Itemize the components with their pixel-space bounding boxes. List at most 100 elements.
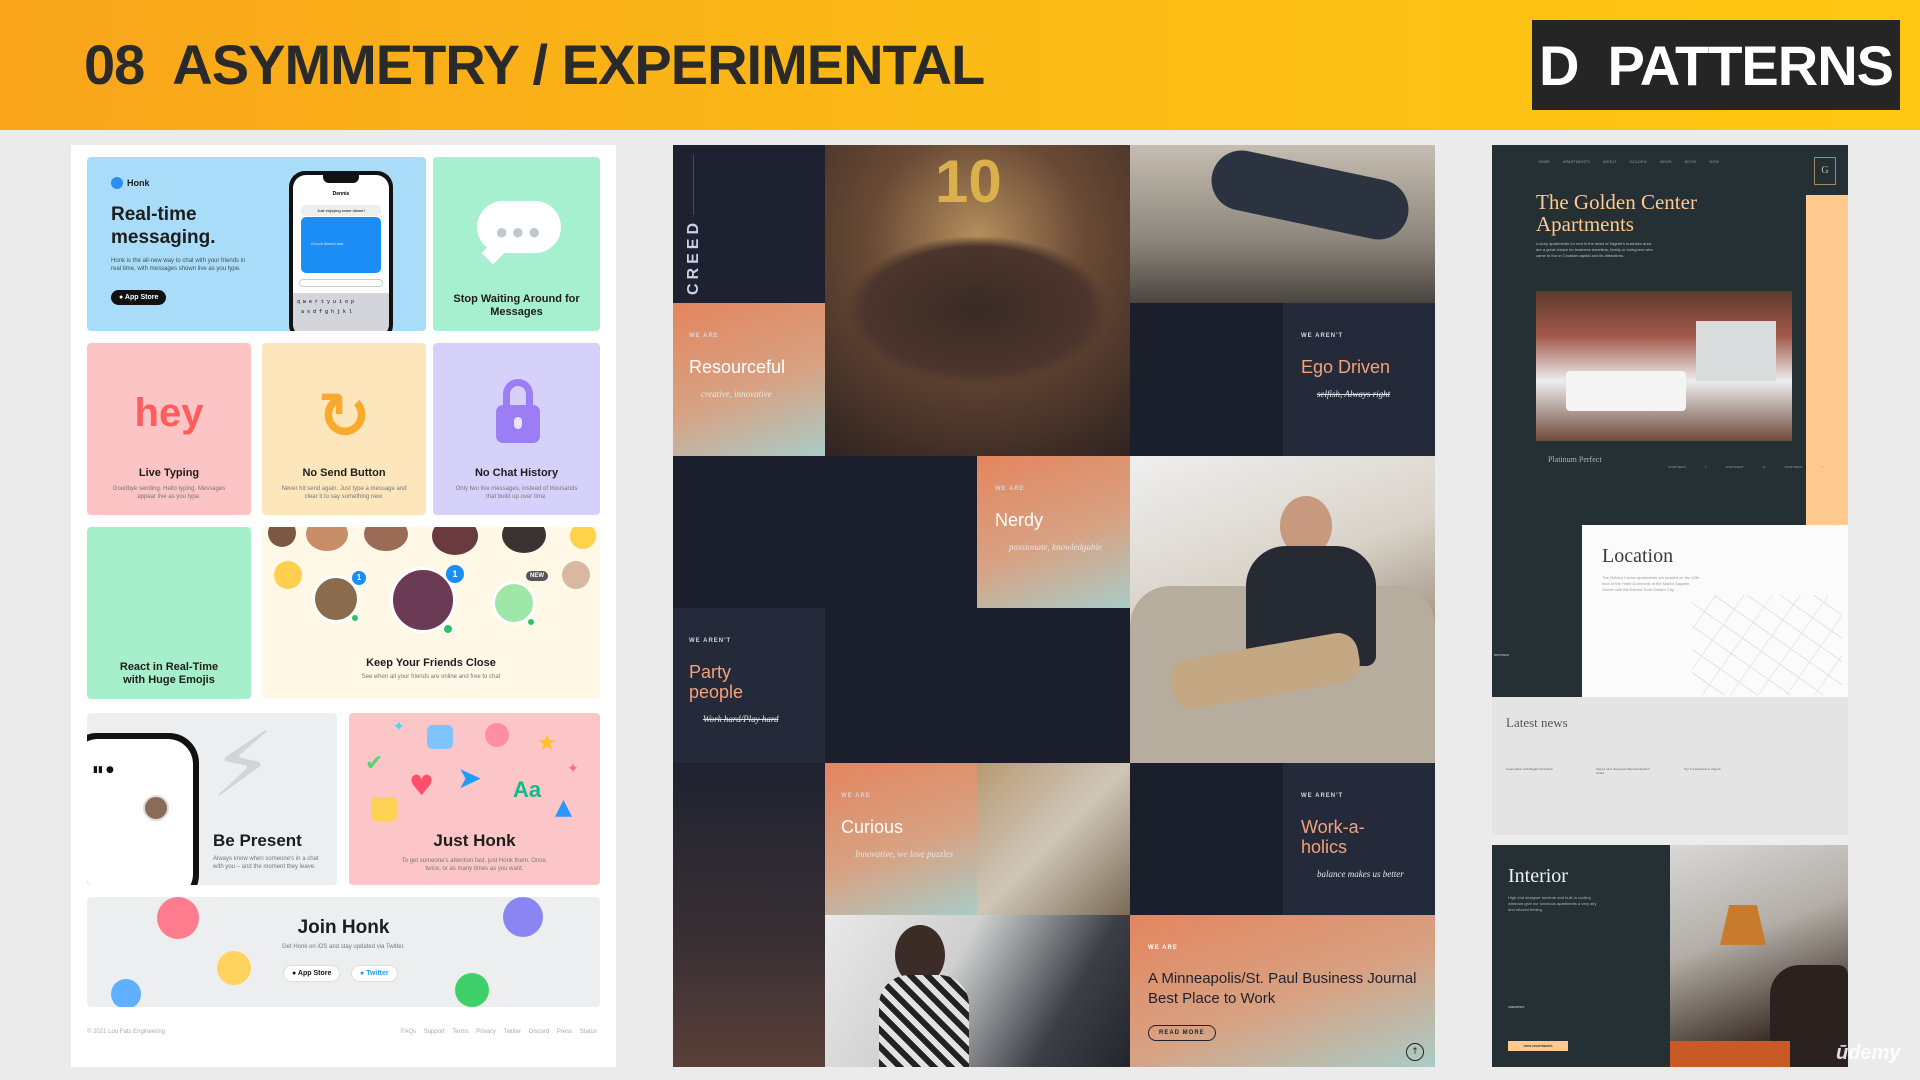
nav-link[interactable]: BOOK NOW [1685, 159, 1719, 164]
footer-link[interactable]: FAQs [401, 1029, 416, 1035]
woman-body [879, 975, 969, 1067]
news-title: Latest news [1506, 715, 1568, 730]
online-dot [350, 613, 360, 623]
cell-sub: Work hard/Play hard [703, 714, 779, 724]
footer-link[interactable]: Privacy [476, 1029, 496, 1035]
man-photo [1130, 456, 1435, 763]
award-cell: WE ARE A Minneapolis/St. Paul Business J… [1130, 915, 1435, 1067]
no-send-desc: Never hit send again. Just type a messag… [281, 486, 407, 500]
lightning-icon: ⚡ [211, 713, 275, 818]
ellipsis-dots: ●●● [495, 219, 544, 244]
no-send-title: No Send Button [302, 467, 386, 479]
apartment-list: APARTMENT 1 APARTMENT 12 APARTMENT 1 [1668, 465, 1823, 469]
nav-link[interactable]: APARTMENTS [1563, 159, 1590, 164]
floor-accent [1670, 1041, 1790, 1067]
happy-emoji-icon [455, 973, 489, 1007]
cell-title: Party people [689, 662, 744, 702]
friend-avatar [502, 527, 546, 553]
brand-logo-icon: G [1814, 157, 1836, 185]
calendar-icon [427, 725, 453, 749]
cell-title: Ego Driven [1301, 357, 1391, 377]
no-history-card: No Chat History Only two live messages, … [433, 343, 600, 515]
slide: 08 ASYMMETRY / EXPERIMENTAL D PATTERNS Ho… [0, 0, 1920, 1080]
waiting-title: Stop Waiting Around for Messages [453, 293, 580, 318]
news-item[interactable]: Top 5 restaurants in Zagreb [1684, 767, 1740, 771]
apartment-link[interactable]: APARTMENT 12 [1725, 465, 1765, 469]
nav-link[interactable]: HOME [1538, 159, 1550, 164]
golden-intro: Luxury apartments for rent in the heart … [1536, 241, 1653, 258]
nav-link[interactable]: ABOUT GOLDEN [1603, 159, 1647, 164]
nerdy-cell: WE ARE Nerdy passionate, knowledgable [977, 456, 1130, 608]
footer-link[interactable]: Press [557, 1029, 572, 1035]
udemy-watermark: ūdemy [1836, 1042, 1901, 1064]
footer-link[interactable]: Terms [452, 1029, 468, 1035]
cell-title: Work-a-holics [1301, 817, 1365, 857]
lamp-shade [1720, 905, 1766, 945]
just-honk-card: ✔ ✦ ★ ♥ ➤ Aa ✦ ▲ Just Honk To get someon… [349, 713, 600, 885]
curious-cell: WE ARE Curious Innovative, we love puzzl… [825, 763, 977, 915]
balloon-number: 10 [935, 148, 1002, 215]
interior-desc: High end designer furniture and built-in… [1508, 895, 1597, 912]
creed-screenshot: CREED WE ARE Resourceful creative, innov… [673, 145, 1435, 1067]
interior-photo [1670, 845, 1848, 1067]
present-avatar [143, 795, 169, 821]
online-dot [526, 617, 536, 627]
amenities-label: AMENITIES [1508, 1005, 1525, 1009]
sparkle-icon: ✦ [567, 761, 579, 777]
slide-title: 08 ASYMMETRY / EXPERIMENTAL [84, 32, 985, 97]
header-bar: 08 ASYMMETRY / EXPERIMENTAL D PATTERNS [0, 0, 1920, 130]
slide-number: 08 [84, 33, 145, 96]
copyright: © 2021 Lou Fats Engineering [87, 1029, 166, 1035]
empty-cell [673, 456, 825, 608]
friends-card: 1 1 NEW Keep Your Friends Close See when… [262, 527, 600, 699]
phone-notch [323, 175, 359, 183]
news-section: Latest news Cooperation with Bagatin Pol… [1492, 697, 1848, 835]
news-item[interactable]: Zagreb wins 'European Best Destination' … [1596, 767, 1652, 775]
laugh-emoji-icon [217, 951, 251, 985]
phone-input-bar[interactable] [299, 279, 383, 287]
apartment-link[interactable]: APARTMENT 1 [1784, 465, 1823, 469]
star-icon: ✦ [393, 719, 405, 735]
cell-title: A Minneapolis/St. Paul Business Journal … [1148, 970, 1417, 1007]
cell-label: WE AREN'T [689, 638, 732, 644]
footer-link[interactable]: Support [424, 1029, 445, 1035]
location-title: Location [1602, 545, 1674, 567]
empty-cell [825, 456, 977, 763]
footer-link[interactable]: Twitter [504, 1029, 522, 1035]
cell-sub: creative, innovative [701, 389, 772, 399]
scroll-top-button[interactable]: ↑ [1406, 1043, 1424, 1061]
cell-title: Curious [841, 817, 904, 837]
footer-link[interactable]: Discord [529, 1029, 549, 1035]
window-shape [1696, 321, 1776, 381]
waiting-card: ●●● Stop Waiting Around for Messages [433, 157, 600, 331]
app-store-button[interactable]: ● App Store [111, 290, 167, 305]
read-more-button[interactable]: READ MORE [1148, 1025, 1216, 1041]
lock-icon [493, 379, 543, 445]
friend-avatar [562, 561, 590, 589]
apartment-link[interactable]: APARTMENT 1 [1668, 465, 1707, 469]
legs-photo [1130, 145, 1435, 303]
emoji-icon [111, 979, 141, 1007]
cell-label: WE ARE [841, 793, 871, 799]
live-typing-title: Live Typing [138, 467, 200, 479]
twitter-button[interactable]: ● Twitter [351, 965, 398, 982]
friend-avatar [306, 527, 348, 551]
join-app-store-button[interactable]: ● App Store [283, 965, 341, 982]
empty-cell [977, 608, 1130, 763]
honk-screenshot: Honk Real-time messaging. Honk is the al… [71, 145, 616, 1067]
refresh-icon: ↻ [317, 380, 371, 454]
phone-bubble: Just enjoying some dinner! [301, 205, 381, 216]
phone-edge-screen [87, 739, 193, 885]
cell-sub: passionate, knowledgable [1009, 542, 1102, 552]
view-apartments-button[interactable]: VIEW APARTMENTS [1508, 1041, 1568, 1051]
footer-link[interactable]: Status [580, 1029, 597, 1035]
present-desc: Always know when someone's in a chat wit… [213, 856, 319, 870]
nav-link[interactable]: NEWS [1660, 159, 1672, 164]
news-item[interactable]: Cooperation with Bagatin Polyclinic [1506, 767, 1562, 771]
phone-screen: Dennis Just enjoying some dinner! Ooooh … [293, 175, 389, 331]
cell-label: WE ARE [1148, 945, 1178, 951]
cell-label: WE ARE [689, 333, 719, 339]
no-send-card: ↻ No Send Button Never hit send again. J… [262, 343, 426, 515]
workaholic-cell: WE AREN'T Work-a-holics balance makes us… [1283, 763, 1435, 915]
emoji-title: React in Real-Time with Huge Emojis [119, 661, 219, 686]
